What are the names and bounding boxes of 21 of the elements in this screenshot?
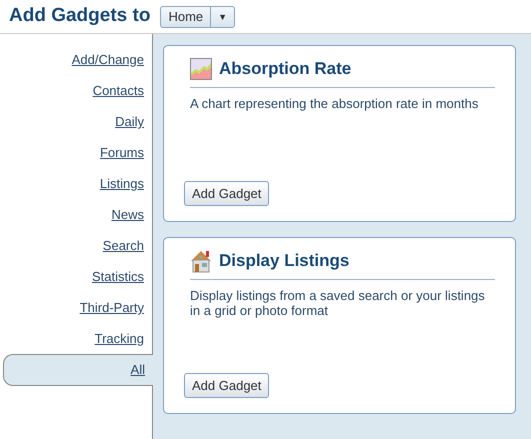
category-tab[interactable]: News (0, 199, 152, 230)
category-tab[interactable]: Tracking (0, 323, 152, 354)
gadget-description: Display listings from a saved search or your listings in a grid or photo format (190, 288, 486, 318)
gadget-title: Display Listings (219, 250, 350, 272)
category-tab[interactable]: Third-Party (0, 292, 152, 323)
category-tab[interactable]: Search (0, 230, 152, 261)
category-tab[interactable]: Listings (0, 168, 152, 199)
chart-icon (190, 58, 212, 80)
category-tab[interactable]: All (3, 354, 153, 386)
category-tab[interactable]: Forums (0, 137, 152, 168)
category-tab[interactable]: Add/Change (0, 44, 152, 75)
gadget-description: A chart representing the absorption rate in months (190, 96, 480, 110)
gadget-title: Absorption Rate (219, 58, 352, 80)
home-dropdown[interactable]: Home ▼ (160, 6, 236, 28)
category-tab[interactable]: Statistics (0, 261, 152, 292)
page-title: Add Gadgets to (9, 5, 150, 28)
house-icon (190, 248, 212, 273)
category-tab[interactable]: Daily (0, 106, 152, 137)
add-gadget-button[interactable]: Add Gadget (184, 372, 270, 398)
category-tab[interactable]: Contacts (0, 75, 152, 106)
add-gadget-button[interactable]: Add Gadget (184, 180, 270, 206)
